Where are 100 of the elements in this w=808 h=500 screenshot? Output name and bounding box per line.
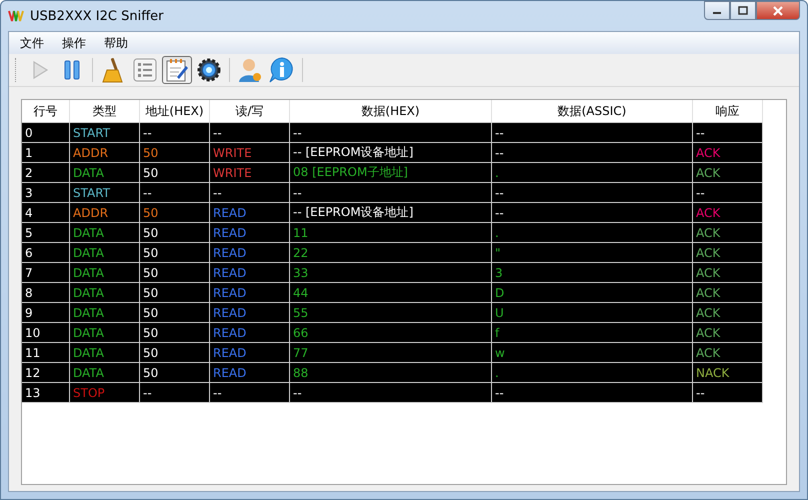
table-cell: ACK <box>693 143 763 163</box>
table-cell: ACK <box>693 283 763 303</box>
table-cell: -- <box>693 183 763 203</box>
table-cell: U <box>492 303 693 323</box>
table-cell: NACK <box>693 363 763 383</box>
table-cell: ACK <box>693 323 763 343</box>
close-icon <box>772 6 784 16</box>
table-cell: 50 <box>140 323 210 343</box>
table-cell: w <box>492 343 693 363</box>
table-cell: -- <box>140 183 210 203</box>
play-icon <box>31 60 49 80</box>
table-cell: READ <box>210 363 290 383</box>
table-cell: 13 <box>22 383 70 403</box>
table-cell: DATA <box>70 323 140 343</box>
table-cell: 10 <box>22 323 70 343</box>
table-cell: DATA <box>70 163 140 183</box>
table-cell: DATA <box>70 263 140 283</box>
table-cell: 50 <box>140 143 210 163</box>
table-cell: . <box>492 163 693 183</box>
table-cell: -- <box>210 383 290 403</box>
column-header[interactable]: 地址(HEX) <box>140 100 210 123</box>
table-cell: STOP <box>70 383 140 403</box>
table-cell: 3 <box>22 183 70 203</box>
table-cell: 33 <box>290 263 492 283</box>
table-cell: 50 <box>140 203 210 223</box>
table-cell: DATA <box>70 343 140 363</box>
table-cell: 11 <box>290 223 492 243</box>
table-cell: 55 <box>290 303 492 323</box>
table-cell: -- <box>693 123 763 143</box>
column-header[interactable]: 响应 <box>693 100 763 123</box>
gear-icon <box>197 58 221 82</box>
table-cell: 88 <box>290 363 492 383</box>
maximize-button[interactable] <box>730 1 756 20</box>
table-cell: ACK <box>693 223 763 243</box>
table-cell: 8 <box>22 283 70 303</box>
menu-item[interactable]: 操作 <box>53 32 95 54</box>
list-icon <box>133 58 157 82</box>
table-cell: WRITE <box>210 143 290 163</box>
table-cell: ACK <box>693 203 763 223</box>
table-cell: ACK <box>693 243 763 263</box>
table-cell: -- [EEPROM设备地址] <box>290 203 492 223</box>
table-cell: DATA <box>70 223 140 243</box>
table-cell: -- <box>492 183 693 203</box>
column-header[interactable]: 行号 <box>22 100 70 123</box>
menu-item[interactable]: 文件 <box>11 32 53 54</box>
table-cell: -- <box>140 383 210 403</box>
table-cell: START <box>70 123 140 143</box>
app-logo-icon <box>8 9 24 23</box>
column-header[interactable]: 读/写 <box>210 100 290 123</box>
table-cell: DATA <box>70 243 140 263</box>
table-cell: -- <box>492 123 693 143</box>
table-cell: ACK <box>693 263 763 283</box>
table-cell: 08 [EEPROM子地址] <box>290 163 492 183</box>
table-cell: 77 <box>290 343 492 363</box>
column-header[interactable]: 类型 <box>70 100 140 123</box>
table-cell: ACK <box>693 343 763 363</box>
table-cell: READ <box>210 223 290 243</box>
minimize-button[interactable] <box>704 1 730 20</box>
person-icon <box>238 57 262 83</box>
close-button[interactable] <box>756 1 800 20</box>
table-cell: -- <box>290 183 492 203</box>
table-cell: WRITE <box>210 163 290 183</box>
table-cell: -- <box>693 383 763 403</box>
table-cell: 50 <box>140 263 210 283</box>
menu-item[interactable]: 帮助 <box>95 32 137 54</box>
table-cell: 5 <box>22 223 70 243</box>
table-cell: 50 <box>140 343 210 363</box>
column-header[interactable]: 数据(ASSIC) <box>492 100 693 123</box>
table-cell: ADDR <box>70 143 140 163</box>
table-cell: 50 <box>140 283 210 303</box>
table-cell: -- [EEPROM设备地址] <box>290 143 492 163</box>
table-cell: DATA <box>70 303 140 323</box>
table-cell: ACK <box>693 163 763 183</box>
table-cell: " <box>492 243 693 263</box>
table-cell: 6 <box>22 243 70 263</box>
table-cell: ADDR <box>70 203 140 223</box>
table-cell: -- <box>290 383 492 403</box>
table-cell: -- <box>140 123 210 143</box>
table-cell: . <box>492 223 693 243</box>
table-cell: 50 <box>140 223 210 243</box>
table-cell: 7 <box>22 263 70 283</box>
pause-icon <box>63 59 81 81</box>
table-cell: 0 <box>22 123 70 143</box>
table-cell: READ <box>210 203 290 223</box>
table-cell: 50 <box>140 303 210 323</box>
table-cell: READ <box>210 303 290 323</box>
table-cell: -- <box>210 123 290 143</box>
table-cell: READ <box>210 323 290 343</box>
table-cell: . <box>492 363 693 383</box>
table-cell: 3 <box>492 263 693 283</box>
table-cell: 2 <box>22 163 70 183</box>
info-icon <box>269 57 295 83</box>
column-header[interactable]: 数据(HEX) <box>290 100 492 123</box>
table-cell: READ <box>210 263 290 283</box>
table-cell: 50 <box>140 363 210 383</box>
table-cell: 22 <box>290 243 492 263</box>
table-cell: -- <box>210 183 290 203</box>
maximize-icon <box>738 6 748 15</box>
broom-icon <box>101 57 125 83</box>
table-cell: 1 <box>22 143 70 163</box>
